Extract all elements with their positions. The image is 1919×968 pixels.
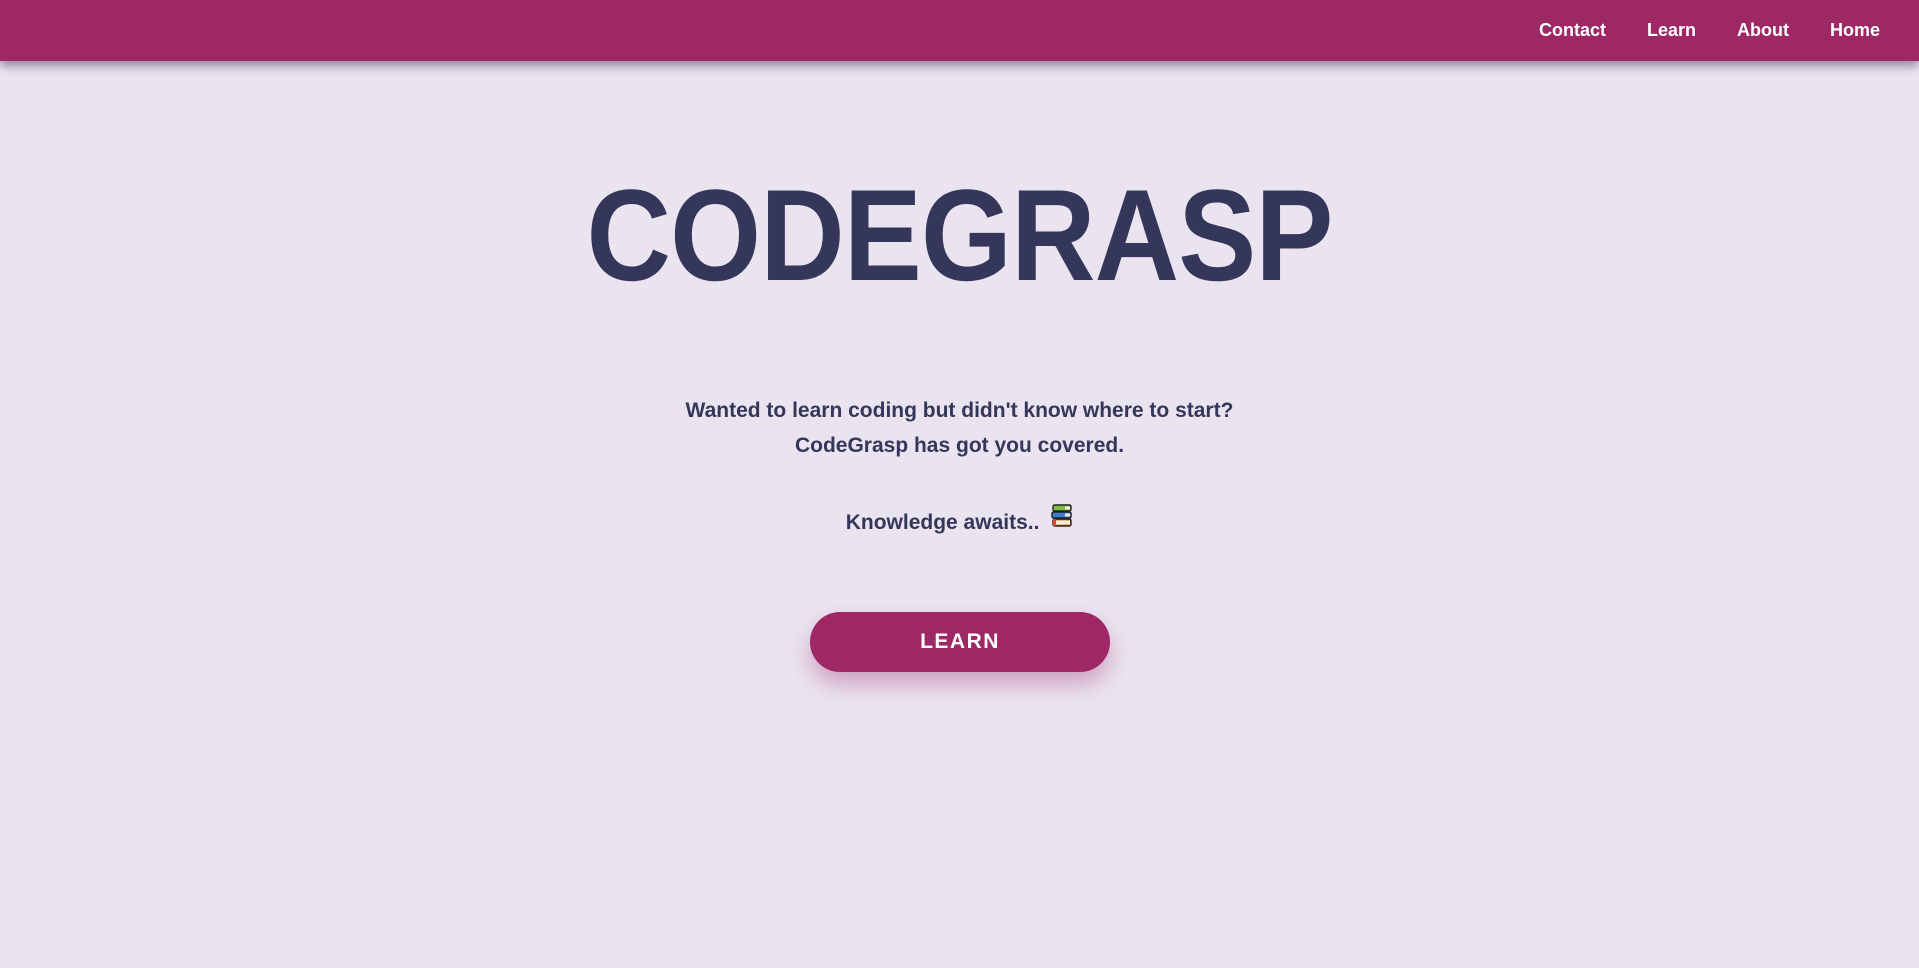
nav-link-about[interactable]: About [1737,20,1789,41]
learn-button[interactable]: LEARN [810,612,1110,672]
nav-link-contact[interactable]: Contact [1539,20,1606,41]
nav-links: Contact Learn About Home [1539,0,1880,61]
tagline-line-1: Wanted to learn coding but didn't know w… [685,399,1234,422]
hero-title: CODEGRASP [586,162,1333,308]
hero-tagline: Wanted to learn coding but didn't know w… [0,393,1919,463]
books-icon [1051,504,1073,539]
nav-link-learn[interactable]: Learn [1647,20,1696,41]
nav-link-home[interactable]: Home [1830,20,1880,41]
knowledge-awaits: Knowledge awaits.. [0,504,1919,541]
top-navbar: Contact Learn About Home [0,0,1919,61]
tagline-line-2: CodeGrasp has got you covered. [794,434,1125,457]
knowledge-text: Knowledge awaits.. [845,511,1040,534]
